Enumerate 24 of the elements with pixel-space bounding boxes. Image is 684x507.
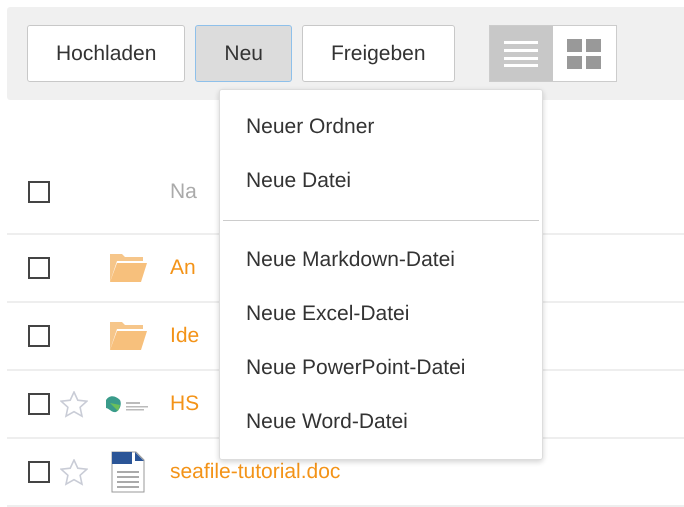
select-all-checkbox[interactable] <box>28 180 50 202</box>
menu-item[interactable]: Neue PowerPoint-Datei <box>220 341 542 395</box>
view-toggle-button[interactable] <box>552 26 616 81</box>
row-checkbox[interactable] <box>28 257 50 279</box>
menu-item[interactable]: Neuer Ordner <box>220 100 542 154</box>
folder-icon <box>109 254 147 282</box>
menu-item[interactable]: Neue Word-Datei <box>220 395 542 449</box>
list-view-icon <box>504 40 538 68</box>
star-icon[interactable] <box>60 458 88 486</box>
star-icon[interactable] <box>60 390 88 418</box>
menu-item[interactable]: Neue Excel-Datei <box>220 287 542 341</box>
view-toggle-button[interactable] <box>490 26 552 81</box>
grid-view-icon <box>567 38 601 68</box>
toolbar-button[interactable]: Hochladen <box>27 25 186 82</box>
row-checkbox[interactable] <box>28 393 50 415</box>
toolbar-button[interactable]: Neu <box>195 25 292 82</box>
column-header: Na <box>170 180 197 204</box>
menu-item[interactable]: Neue Markdown-Datei <box>220 233 542 287</box>
row-checkbox[interactable] <box>28 325 50 347</box>
folder-icon <box>109 322 147 350</box>
document-icon <box>111 451 145 493</box>
menu-item[interactable]: Neue Datei <box>220 154 542 208</box>
toolbar-button[interactable]: Freigeben <box>302 25 454 82</box>
row-checkbox[interactable] <box>28 461 50 483</box>
